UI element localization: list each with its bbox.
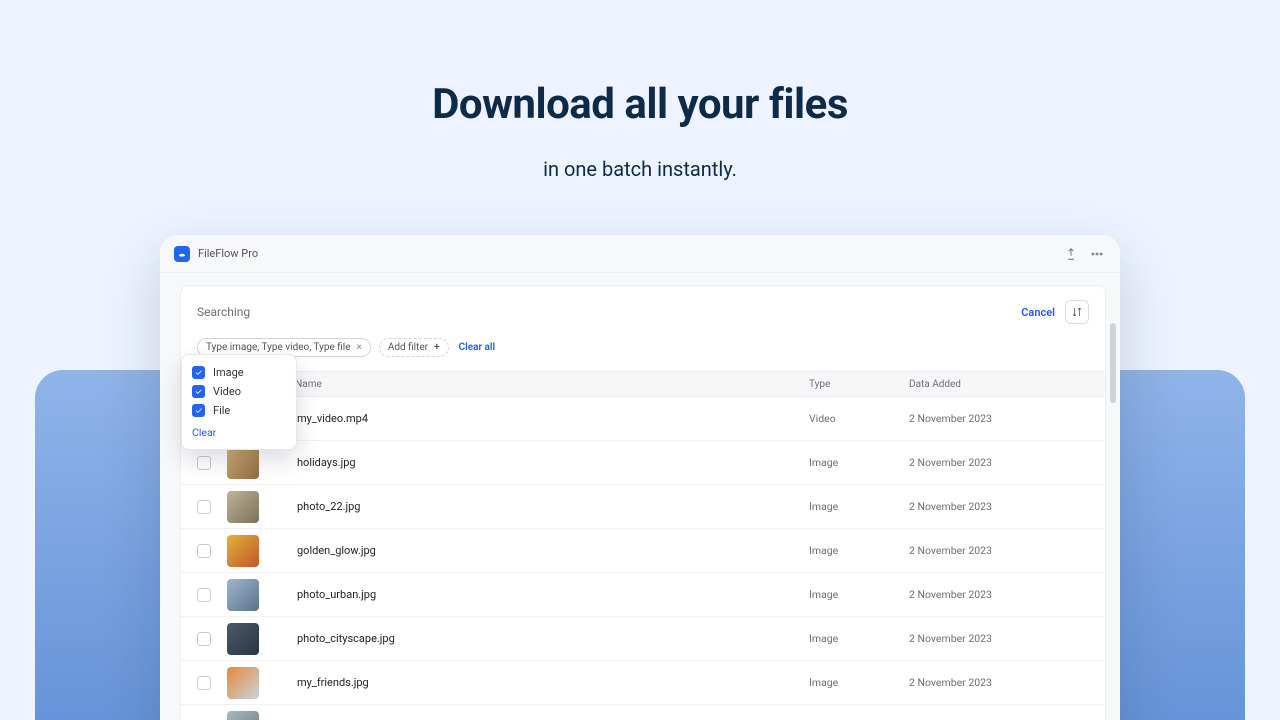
table-row[interactable]: my_friends.jpgImage2 November 2023 bbox=[181, 661, 1105, 705]
file-type: Image bbox=[809, 632, 909, 645]
file-type: Image bbox=[809, 676, 909, 689]
add-filter-button[interactable]: Add filter + bbox=[379, 338, 449, 357]
plus-icon: + bbox=[434, 342, 440, 353]
file-name: photo_urban.jpg bbox=[227, 588, 809, 601]
filter-option-file[interactable]: File bbox=[192, 401, 286, 420]
row-checkbox[interactable] bbox=[197, 456, 211, 470]
checkbox-checked-icon[interactable] bbox=[192, 404, 205, 417]
file-date: 2 November 2023 bbox=[909, 676, 1089, 689]
file-name: my_video.mp4 bbox=[227, 412, 809, 425]
row-checkbox[interactable] bbox=[197, 588, 211, 602]
checkbox-checked-icon[interactable] bbox=[192, 366, 205, 379]
app-logo-icon bbox=[174, 246, 190, 262]
col-header-date[interactable]: Data Added bbox=[909, 379, 1089, 390]
table-row[interactable]: my_friends_2.jpgImage2 November 2023 bbox=[181, 705, 1105, 720]
remove-chip-icon[interactable]: × bbox=[357, 342, 362, 353]
file-type: Video bbox=[809, 412, 909, 425]
table-header: File Name Type Data Added bbox=[181, 371, 1105, 397]
pin-icon[interactable] bbox=[1062, 245, 1080, 263]
file-date: 2 November 2023 bbox=[909, 588, 1089, 601]
file-type: Image bbox=[809, 500, 909, 513]
file-name: photo_cityscape.jpg bbox=[227, 632, 809, 645]
file-date: 2 November 2023 bbox=[909, 500, 1089, 513]
filter-option-label: Image bbox=[213, 366, 244, 379]
sort-button[interactable] bbox=[1065, 300, 1089, 324]
table-row[interactable]: golden_glow.jpgImage2 November 2023 bbox=[181, 529, 1105, 573]
filter-option-label: Video bbox=[213, 385, 241, 398]
row-checkbox[interactable] bbox=[197, 500, 211, 514]
filter-chip-label: Type image, Type video, Type file bbox=[206, 342, 351, 353]
col-header-name[interactable]: File Name bbox=[277, 379, 809, 390]
col-header-type[interactable]: Type bbox=[809, 379, 909, 390]
file-date: 2 November 2023 bbox=[909, 456, 1089, 469]
table-row[interactable]: photo_urban.jpgImage2 November 2023 bbox=[181, 573, 1105, 617]
table-row[interactable]: photo_22.jpgImage2 November 2023 bbox=[181, 485, 1105, 529]
hero-title: Download all your files bbox=[0, 80, 1280, 129]
checkbox-checked-icon[interactable] bbox=[192, 385, 205, 398]
titlebar: FileFlow Pro bbox=[160, 235, 1120, 273]
file-type: Image bbox=[809, 588, 909, 601]
hero-subtitle: in one batch instantly. bbox=[0, 157, 1280, 181]
file-type: Image bbox=[809, 456, 909, 469]
table-row[interactable]: my_video.mp4Video2 November 2023 bbox=[181, 397, 1105, 441]
row-checkbox[interactable] bbox=[197, 632, 211, 646]
type-filter-dropdown: Image Video File Clear bbox=[181, 354, 297, 450]
dropdown-clear-button[interactable]: Clear bbox=[192, 426, 286, 439]
row-checkbox[interactable] bbox=[197, 676, 211, 690]
cancel-button[interactable]: Cancel bbox=[1021, 306, 1055, 319]
table-row[interactable]: photo_cityscape.jpgImage2 November 2023 bbox=[181, 617, 1105, 661]
table-row[interactable]: holidays.jpgImage2 November 2023 bbox=[181, 441, 1105, 485]
file-name: golden_glow.jpg bbox=[227, 544, 809, 557]
file-date: 2 November 2023 bbox=[909, 632, 1089, 645]
file-date: 2 November 2023 bbox=[909, 412, 1089, 425]
file-name: my_friends.jpg bbox=[227, 676, 809, 689]
search-status: Searching bbox=[197, 305, 250, 319]
filter-option-image[interactable]: Image bbox=[192, 363, 286, 382]
file-type: Image bbox=[809, 544, 909, 557]
filter-option-label: File bbox=[213, 404, 230, 417]
file-name: photo_22.jpg bbox=[227, 500, 809, 513]
add-filter-label: Add filter bbox=[388, 342, 428, 353]
row-checkbox[interactable] bbox=[197, 544, 211, 558]
main-panel: Searching Cancel Type image, Type video,… bbox=[180, 285, 1106, 720]
file-date: 2 November 2023 bbox=[909, 544, 1089, 557]
scrollbar[interactable] bbox=[1110, 323, 1116, 403]
file-thumbnail bbox=[227, 711, 259, 720]
app-name: FileFlow Pro bbox=[198, 247, 258, 260]
clear-all-button[interactable]: Clear all bbox=[459, 342, 496, 353]
filter-option-video[interactable]: Video bbox=[192, 382, 286, 401]
file-name: holidays.jpg bbox=[227, 456, 809, 469]
more-icon[interactable] bbox=[1088, 245, 1106, 263]
app-window: FileFlow Pro Searching Cancel Type image… bbox=[160, 235, 1120, 720]
